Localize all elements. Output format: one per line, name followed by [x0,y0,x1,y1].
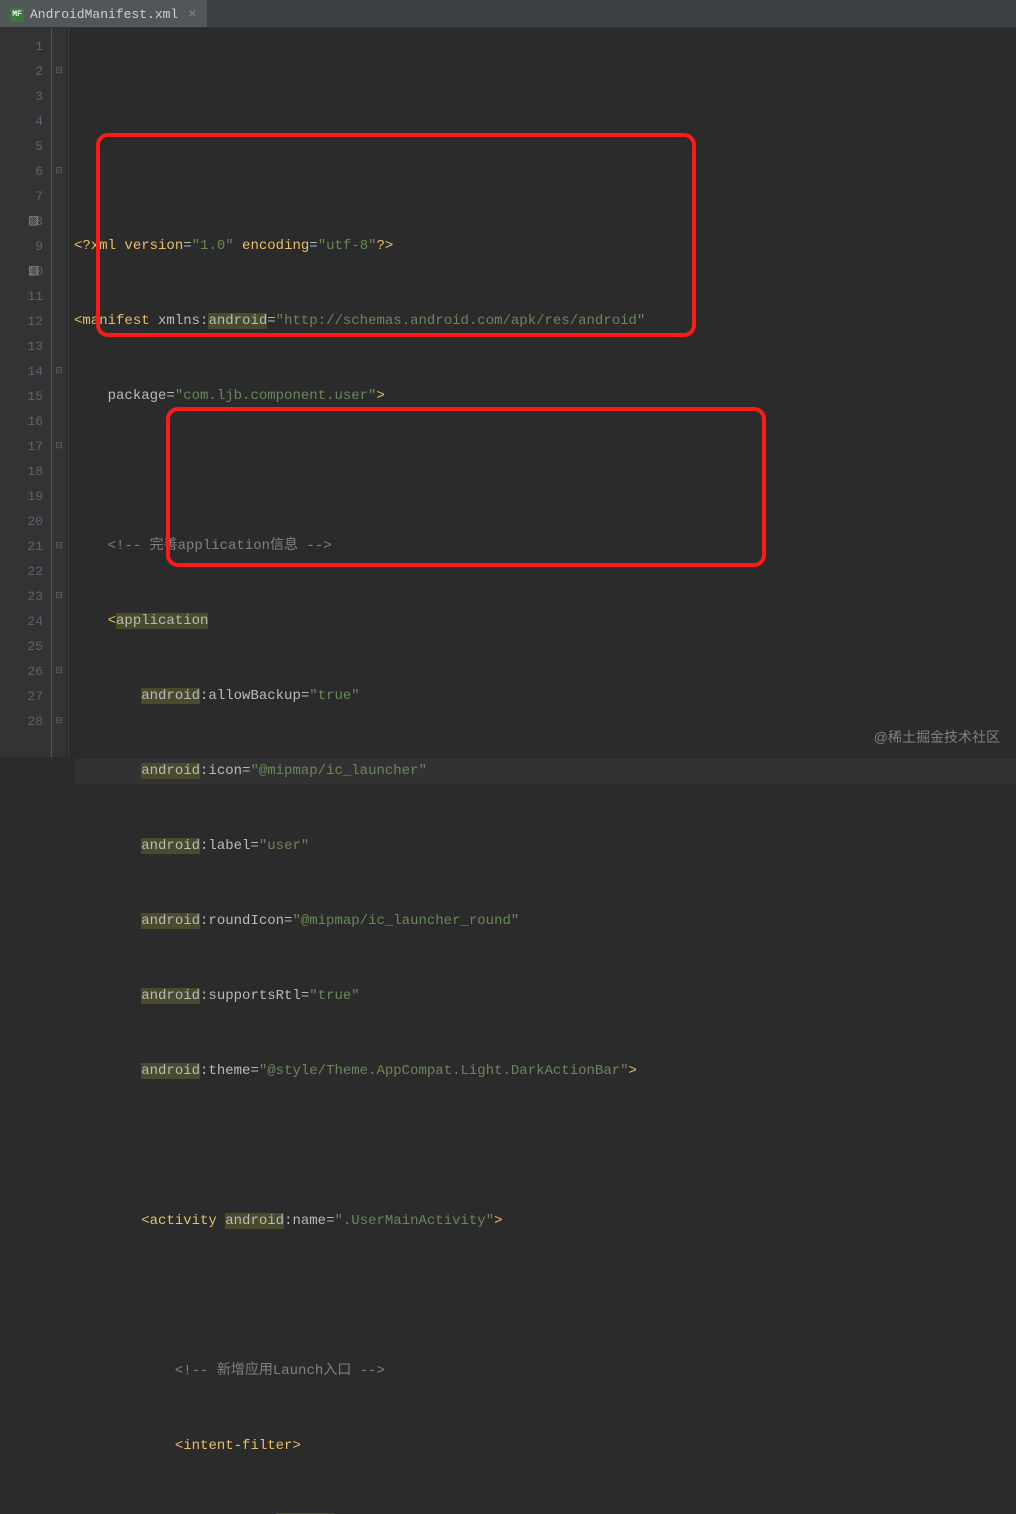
code-editor[interactable]: 1 2 3 4 5 6 7 8 9 10 11 12 13 14 15 16 1… [0,28,1016,757]
tab-bar: MF AndroidManifest.xml × [0,0,1016,28]
manifest-file-icon: MF [10,8,24,22]
file-tab[interactable]: MF AndroidManifest.xml × [0,0,207,27]
code-line: <application [74,609,1016,634]
line-number: 24 [0,609,43,634]
line-number: 18 [0,459,43,484]
code-line: <?xml version="1.0" encoding="utf-8"?> [74,234,1016,259]
line-number: 28 [0,709,43,734]
line-number: 13 [0,334,43,359]
line-number: 19 [0,484,43,509]
line-number: 27 [0,684,43,709]
fold-toggle-icon[interactable]: ⊟ [52,709,66,734]
line-number: 22 [0,559,43,584]
image-icon[interactable]: ▧ [28,259,39,284]
fold-toggle-icon[interactable]: ⊟ [52,534,66,559]
code-line: <!-- 完善application信息 --> [74,534,1016,559]
code-line: android:label="user" [74,834,1016,859]
line-number: 21 [0,534,43,559]
fold-toggle-icon[interactable]: ⊟ [52,584,66,609]
code-line: <activity android:name=".UserMainActivit… [74,1209,1016,1234]
line-number: 15 [0,384,43,409]
line-number: 26 [0,659,43,684]
close-icon[interactable]: × [188,7,196,23]
fold-toggle-icon[interactable]: ⊟ [52,659,66,684]
code-line: android:icon="@mipmap/ic_launcher" [74,759,1016,784]
code-line: android:theme="@style/Theme.AppCompat.Li… [74,1059,1016,1084]
line-number: 12 [0,309,43,334]
code-line: android:supportsRtl="true" [74,984,1016,1009]
line-number: 20 [0,509,43,534]
line-number: 14 [0,359,43,384]
code-line [74,1284,1016,1309]
code-line [74,1134,1016,1159]
line-number: 23 [0,584,43,609]
code-line: <!-- 新增应用Launch入口 --> [74,1359,1016,1384]
code-line: <manifest xmlns:android="http://schemas.… [74,309,1016,334]
line-number: 17 [0,434,43,459]
fold-gutter: ⊟ ⊟ ⊟ ⊟ ⊟ ⊟ ⊟ ⊟ [52,28,66,757]
tab-filename: AndroidManifest.xml [30,7,178,22]
code-line: package="com.ljb.component.user"> [74,384,1016,409]
code-line: android:allowBackup="true" [74,684,1016,709]
watermark: @稀土掘金技术社区 [874,727,1000,747]
code-content[interactable]: <?xml version="1.0" encoding="utf-8"?> <… [66,28,1016,757]
image-icon[interactable]: ▧ [28,209,39,234]
fold-toggle-icon[interactable]: ⊟ [52,434,66,459]
line-number-gutter: 1 2 3 4 5 6 7 8 9 10 11 12 13 14 15 16 1… [0,28,52,757]
line-number: 25 [0,634,43,659]
code-line: <intent-filter> [74,1434,1016,1459]
fold-toggle-icon[interactable]: ⊟ [52,159,66,184]
line-number: 11 [0,284,43,309]
line-number: 16 [0,409,43,434]
code-line [74,459,1016,484]
code-line: <action android:name="android.intent.act… [74,1509,1016,1514]
fold-toggle-icon[interactable]: ⊟ [52,359,66,384]
code-line: android:roundIcon="@mipmap/ic_launcher_r… [74,909,1016,934]
fold-toggle-icon[interactable]: ⊟ [52,59,66,84]
